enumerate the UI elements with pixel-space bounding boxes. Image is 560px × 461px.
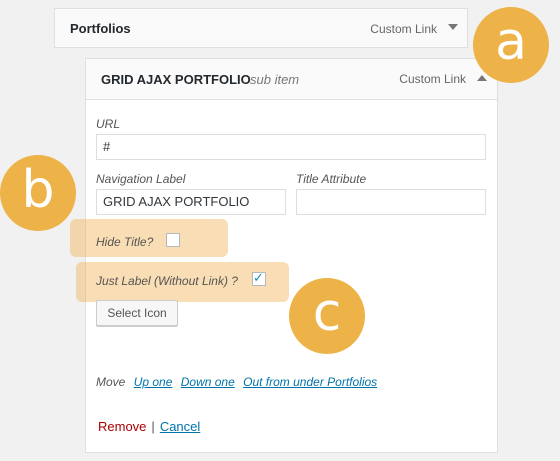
move-down-one-link[interactable]: Down one <box>181 375 235 389</box>
annotation-badge-a: a <box>473 7 549 83</box>
menu-item-handle[interactable]: GRID AJAX PORTFOLIO sub item Custom Link <box>86 59 497 100</box>
menu-item-grid-ajax-portfolio: GRID AJAX PORTFOLIO sub item Custom Link… <box>70 58 498 453</box>
cancel-link[interactable]: Cancel <box>160 419 200 434</box>
menu-item-title: Portfolios <box>70 21 131 36</box>
item-actions: Remove | Cancel <box>98 419 200 434</box>
move-label: Move <box>96 375 126 389</box>
menu-item-type: Custom Link <box>399 72 466 86</box>
remove-link[interactable]: Remove <box>98 419 146 434</box>
hide-title-label: Hide Title? <box>96 235 154 249</box>
actions-separator: | <box>151 419 155 434</box>
annotation-badge-c: c <box>289 278 365 354</box>
collapse-arrow-icon[interactable] <box>477 75 487 81</box>
move-out-from-under-link[interactable]: Out from under Portfolios <box>243 375 377 389</box>
menu-item-title: GRID AJAX PORTFOLIO <box>101 72 251 87</box>
title-attribute-input[interactable] <box>296 189 486 215</box>
navigation-label-label: Navigation Label <box>96 172 186 186</box>
title-attribute-label: Title Attribute <box>296 172 367 186</box>
checkmark-icon: ✓ <box>253 270 264 285</box>
url-label: URL <box>96 117 121 131</box>
annotation-badge-b: b <box>0 155 76 231</box>
url-input[interactable]: # <box>96 134 486 160</box>
expand-arrow-icon[interactable] <box>448 24 458 30</box>
select-icon-button[interactable]: Select Icon <box>96 300 178 326</box>
move-up-one-link[interactable]: Up one <box>134 375 173 389</box>
menu-item-portfolios[interactable]: Portfolios Custom Link <box>54 8 468 48</box>
menu-item-type: Custom Link <box>370 22 437 36</box>
navigation-label-input[interactable]: GRID AJAX PORTFOLIO <box>96 189 286 215</box>
just-label-label: Just Label (Without Link) ? <box>96 274 238 288</box>
sub-item-label: sub item <box>250 72 300 87</box>
just-label-checkbox[interactable]: ✓ <box>252 270 266 286</box>
move-row: Move Up one Down one Out from under Port… <box>96 375 377 389</box>
hide-title-checkbox[interactable] <box>166 233 180 247</box>
